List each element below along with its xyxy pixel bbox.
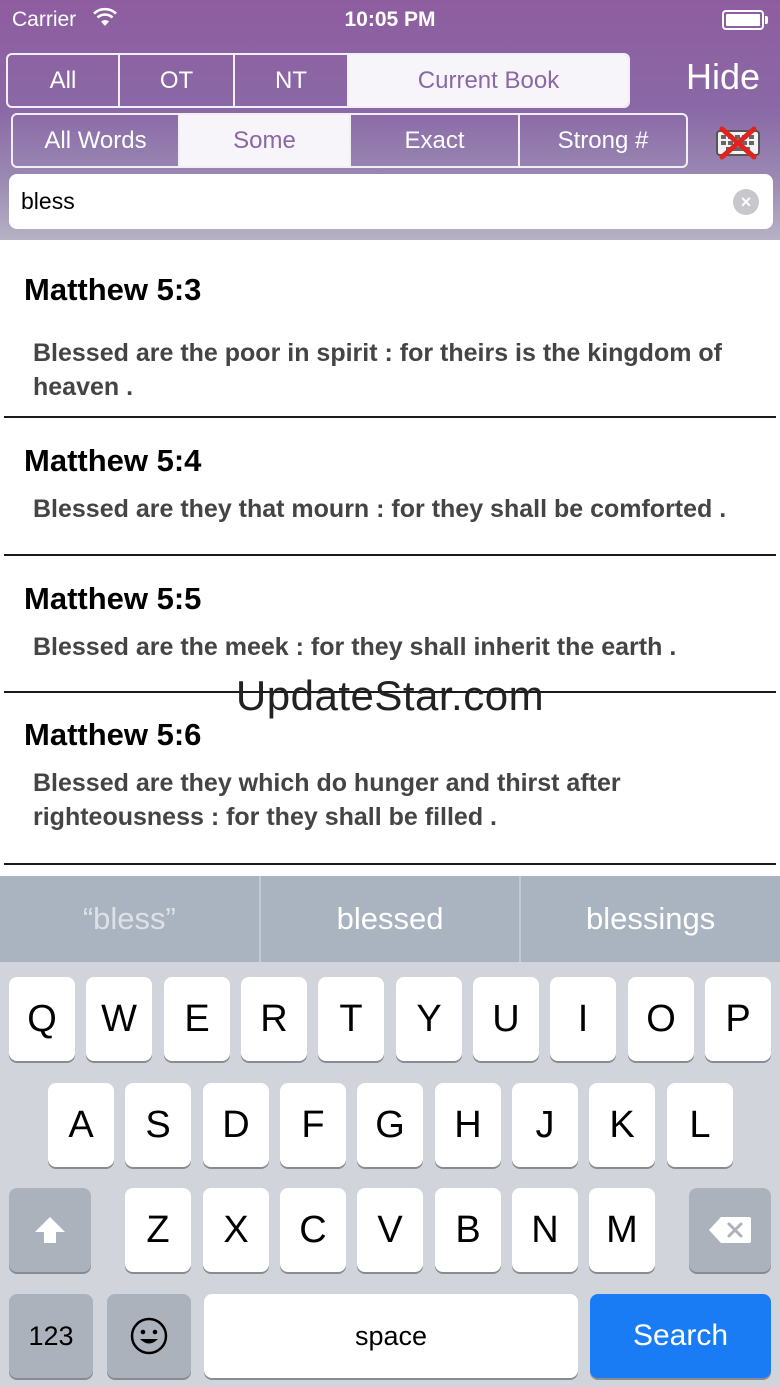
result-verse-text: Blessed are they that mourn : for they s… xyxy=(33,495,727,523)
result-verse-text: Blessed are the meek : for they shall in… xyxy=(33,633,677,661)
key-a[interactable]: A xyxy=(48,1083,114,1167)
search-field: × xyxy=(9,174,773,229)
mode-exact[interactable]: Exact xyxy=(351,115,520,166)
key-r[interactable]: R xyxy=(241,977,307,1061)
scope-ot[interactable]: OT xyxy=(120,55,235,106)
backspace-icon xyxy=(709,1217,751,1243)
result-verse-text: Blessed are the poor in spirit : for the… xyxy=(33,339,722,401)
key-f[interactable]: F xyxy=(280,1083,346,1167)
clear-search-icon[interactable]: × xyxy=(733,189,759,215)
key-g[interactable]: G xyxy=(357,1083,423,1167)
result-reference: Matthew 5:4 xyxy=(24,443,202,478)
key-n[interactable]: N xyxy=(512,1188,578,1272)
delete-key[interactable] xyxy=(689,1188,771,1272)
scope-current-book[interactable]: Current Book xyxy=(349,55,628,106)
keyboard: Q W E R T Y U I O P A S D F G H J K L Z … xyxy=(0,962,780,1387)
numbers-key[interactable]: 123 xyxy=(9,1294,93,1378)
result-reference: Matthew 5:6 xyxy=(24,717,202,752)
space-key[interactable]: space xyxy=(204,1294,578,1378)
suggestion-typed[interactable]: “bless” xyxy=(0,876,261,962)
result-reference: Matthew 5:3 xyxy=(24,272,202,307)
key-p[interactable]: P xyxy=(705,977,771,1061)
key-l[interactable]: L xyxy=(667,1083,733,1167)
key-d[interactable]: D xyxy=(203,1083,269,1167)
key-q[interactable]: Q xyxy=(9,977,75,1061)
shift-key[interactable] xyxy=(9,1188,91,1272)
result-reference: Matthew 5:5 xyxy=(24,581,202,616)
mode-all-words[interactable]: All Words xyxy=(13,115,180,166)
key-x[interactable]: X xyxy=(203,1188,269,1272)
search-key[interactable]: Search xyxy=(590,1294,771,1378)
scope-all[interactable]: All xyxy=(8,55,120,106)
key-s[interactable]: S xyxy=(125,1083,191,1167)
search-results-list: Matthew 5:3 Blessed are the poor in spir… xyxy=(0,240,780,876)
scope-segmented-control: All OT NT Current Book xyxy=(6,53,630,108)
key-t[interactable]: T xyxy=(318,977,384,1061)
result-verse-text: Blessed are they which do hunger and thi… xyxy=(33,769,621,831)
result-item[interactable]: Matthew 5:4 Blessed are they that mourn … xyxy=(4,418,776,556)
key-z[interactable]: Z xyxy=(125,1188,191,1272)
status-bar: Carrier 10:05 PM xyxy=(0,0,780,40)
keyboard-toggle-icon[interactable] xyxy=(714,124,762,160)
result-item[interactable]: Matthew 5:3 Blessed are the poor in spir… xyxy=(4,256,776,418)
key-j[interactable]: J xyxy=(512,1083,578,1167)
search-header: Carrier 10:05 PM All OT NT Current Book … xyxy=(0,0,780,240)
key-o[interactable]: O xyxy=(628,977,694,1061)
key-w[interactable]: W xyxy=(86,977,152,1061)
shift-arrow-icon xyxy=(35,1217,65,1243)
battery-icon xyxy=(722,10,768,30)
key-v[interactable]: V xyxy=(357,1188,423,1272)
emoji-smiley-icon xyxy=(130,1317,168,1355)
match-mode-segmented-control: All Words Some Exact Strong # xyxy=(11,113,688,168)
key-i[interactable]: I xyxy=(550,977,616,1061)
key-y[interactable]: Y xyxy=(396,977,462,1061)
key-u[interactable]: U xyxy=(473,977,539,1061)
predictive-text-bar: “bless” blessed blessings xyxy=(0,876,780,962)
watermark: UpdateStar.com xyxy=(235,672,545,719)
key-c[interactable]: C xyxy=(280,1188,346,1272)
emoji-key[interactable] xyxy=(107,1294,191,1378)
key-k[interactable]: K xyxy=(589,1083,655,1167)
clock: 10:05 PM xyxy=(344,8,436,31)
suggestion-blessings[interactable]: blessings xyxy=(521,876,780,962)
key-e[interactable]: E xyxy=(164,977,230,1061)
suggestion-blessed[interactable]: blessed xyxy=(261,876,522,962)
mode-some[interactable]: Some xyxy=(180,115,351,166)
search-input[interactable] xyxy=(21,174,721,229)
key-h[interactable]: H xyxy=(435,1083,501,1167)
key-b[interactable]: B xyxy=(435,1188,501,1272)
hide-button[interactable]: Hide xyxy=(686,56,760,98)
key-m[interactable]: M xyxy=(589,1188,655,1272)
scope-nt[interactable]: NT xyxy=(235,55,349,106)
mode-strong-number[interactable]: Strong # xyxy=(520,115,686,166)
